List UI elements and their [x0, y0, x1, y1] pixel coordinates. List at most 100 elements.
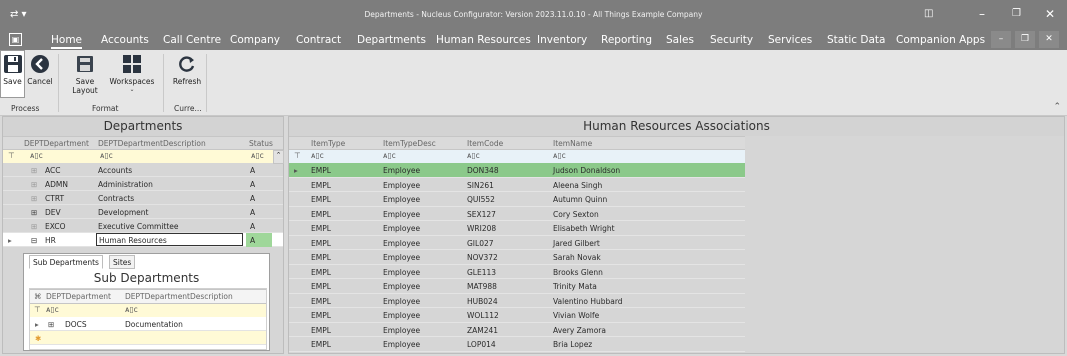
new-row-icon: ✱ [35, 334, 42, 343]
menu-human-resources[interactable]: Human Resources [436, 34, 531, 46]
col-item-code[interactable]: ItemCode [467, 139, 503, 148]
menu-contract[interactable]: Contract [296, 34, 341, 46]
item-type-desc: Employee [383, 325, 421, 335]
table-row[interactable]: EMPL Employee ZAM241 Avery Zamora [289, 322, 745, 337]
col-item-name[interactable]: ItemName [553, 139, 592, 148]
minimize-button[interactable]: – [979, 7, 985, 21]
menu-reporting[interactable]: Reporting [601, 34, 652, 46]
table-row[interactable]: EMPL Employee NOV372 Sarah Novak [289, 250, 745, 265]
hr-filter-row: ⊤ ᴀ▯c ᴀ▯c ᴀ▯c ᴀ▯c [289, 150, 745, 163]
item-code: WRI208 [467, 224, 497, 233]
table-row[interactable]: ⊞ ACC Accounts A [3, 163, 283, 177]
menu-accounts[interactable]: Accounts [101, 34, 149, 46]
item-type-desc: Employee [383, 195, 421, 204]
expand-icon[interactable]: ⊞ [31, 208, 37, 217]
menu-call-centre[interactable]: Call Centre [163, 34, 221, 46]
table-row[interactable]: ⊞ CTRT Contracts A [3, 191, 283, 205]
item-name: Avery Zamora [553, 325, 606, 335]
sub-departments-grid: ⌘ DEPTDepartment DEPTDepartmentDescripti… [29, 288, 267, 350]
table-row[interactable]: EMPL Employee SIN261 Aleena Singh [289, 177, 745, 192]
col-dept-department[interactable]: DEPTDepartment [46, 292, 111, 301]
expand-icon[interactable]: ⊞ [31, 194, 37, 203]
table-row[interactable]: ⊞ EXCO Executive Committee A [3, 219, 283, 233]
ribbon-separator [58, 54, 59, 112]
col-dept-description[interactable]: DEPTDepartmentDescription [98, 139, 206, 148]
dept-desc: Development [98, 208, 149, 217]
col-status[interactable]: Status [249, 139, 273, 148]
restore-layout-icon[interactable]: ◫ [924, 8, 933, 19]
item-name: Autumn Quinn [553, 195, 608, 204]
collapse-ribbon-icon[interactable]: ⌃ [1053, 102, 1061, 112]
menu-sales[interactable]: Sales [666, 34, 694, 46]
quick-access-icon[interactable]: ▣ [9, 33, 22, 46]
table-row[interactable]: EMPL Employee LOP014 Bria Lopez [289, 337, 745, 352]
col-item-type[interactable]: ItemType [311, 139, 345, 148]
maximize-button[interactable]: ❐ [1012, 8, 1021, 19]
filter-cell-desc[interactable]: ᴀ▯c [100, 151, 240, 163]
filter-cell-desc[interactable]: ᴀ▯c [125, 305, 138, 314]
filter-cell-dept[interactable]: ᴀ▯c [30, 151, 95, 163]
table-row[interactable]: ⊞ DEV Development A [3, 205, 283, 219]
cancel-button[interactable]: Cancel [27, 52, 53, 86]
collapse-icon[interactable]: ⊟ [31, 236, 37, 245]
save-button[interactable]: Save [0, 50, 25, 98]
filter-cell-desc[interactable]: ᴀ▯c [383, 151, 396, 160]
item-type: EMPL [311, 325, 331, 335]
group-current-label: Curre... [174, 104, 202, 113]
col-dept-department[interactable]: DEPTDepartment [24, 139, 89, 148]
refresh-button[interactable]: Refresh [170, 52, 204, 86]
table-row-selected[interactable]: ▸ ⊟ HR Human Resources A [3, 233, 283, 247]
table-row[interactable]: EMPL Employee GLE113 Brooks Glenn [289, 264, 745, 279]
filter-cell-name[interactable]: ᴀ▯c [553, 151, 566, 160]
filter-cell-type[interactable]: ᴀ▯c [311, 151, 324, 160]
table-row-selected[interactable]: ▸ EMPL Employee DON348 Judson Donaldson [289, 163, 745, 178]
table-row[interactable]: EMPL Employee GIL027 Jared Gilbert [289, 235, 745, 250]
menu-departments[interactable]: Departments [357, 34, 426, 46]
save-layout-button[interactable]: Save Layout [62, 52, 108, 95]
tab-sites[interactable]: Sites [109, 255, 136, 269]
expand-icon[interactable]: ⊞ [31, 222, 37, 231]
table-row[interactable]: EMPL Employee WOL112 Vivian Wolfe [289, 308, 745, 323]
table-row[interactable]: EMPL Employee QUI552 Autumn Quinn [289, 192, 745, 207]
column-chooser-icon[interactable]: ⌘ [34, 292, 42, 301]
table-row[interactable]: EMPL Employee WRI208 Elisabeth Wright [289, 221, 745, 236]
menu-static-data[interactable]: Static Data [827, 34, 885, 46]
filter-cell-code[interactable]: ᴀ▯c [467, 151, 480, 160]
filter-cell-status[interactable]: ᴀ▯c [251, 151, 264, 160]
filter-cell-dept[interactable]: ᴀ▯c [46, 305, 59, 314]
table-row[interactable]: ⊞ ADMN Administration A [3, 177, 283, 191]
menu-security[interactable]: Security [710, 34, 753, 46]
item-name: Jared Gilbert [553, 238, 600, 248]
menu-companion-apps[interactable]: Companion Apps [896, 34, 985, 46]
tab-sub-departments[interactable]: Sub Departments [29, 255, 103, 269]
mdi-minimize-button[interactable]: – [991, 31, 1011, 48]
mdi-close-button[interactable]: ✕ [1039, 31, 1059, 48]
menu-company[interactable]: Company [230, 34, 280, 46]
table-row[interactable]: ▸ ⊞ DOCS Documentation [30, 317, 266, 331]
table-row[interactable]: EMPL Employee MAT988 Trinity Mata [289, 279, 745, 294]
hr-associations-title: Human Resources Associations [289, 117, 1064, 136]
item-type-desc: Employee [383, 311, 421, 320]
item-type: EMPL [311, 253, 331, 262]
new-row[interactable]: ✱ [30, 331, 266, 345]
col-item-type-desc[interactable]: ItemTypeDesc [383, 139, 436, 148]
menu-home[interactable]: Home [51, 34, 83, 49]
expand-icon[interactable]: ⊞ [48, 320, 54, 329]
scroll-up-button[interactable]: ⌃ [273, 150, 284, 164]
table-row[interactable]: EMPL Employee SEX127 Cory Sexton [289, 206, 745, 221]
col-dept-description[interactable]: DEPTDepartmentDescription [125, 292, 233, 301]
mdi-restore-button[interactable]: ❐ [1015, 31, 1035, 48]
close-button[interactable]: ✕ [1045, 7, 1055, 21]
workspaces-button[interactable]: Workspaces ⌄ [108, 52, 156, 93]
table-row[interactable]: EMPL Employee HUB024 Valentino Hubbard [289, 293, 745, 308]
menu-inventory[interactable]: Inventory [537, 34, 587, 46]
item-type: EMPL [311, 296, 331, 306]
back-arrow-icon [31, 55, 49, 73]
menu-services[interactable]: Services [768, 34, 812, 46]
item-type: EMPL [311, 311, 331, 320]
dept-status: A [250, 194, 256, 203]
dept-desc-editing[interactable]: Human Resources [96, 233, 243, 246]
dept-desc: Administration [98, 180, 153, 189]
expand-icon[interactable]: ⊞ [31, 180, 37, 189]
expand-icon[interactable]: ⊞ [31, 166, 37, 175]
